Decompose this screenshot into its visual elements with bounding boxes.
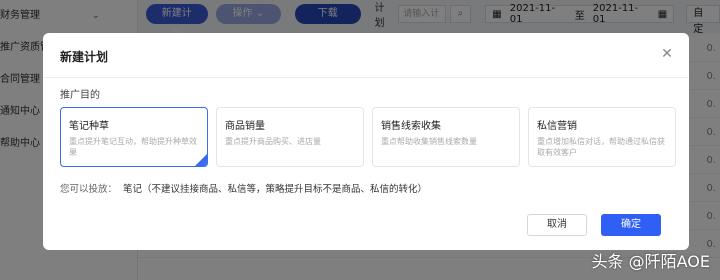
selected-corner-icon xyxy=(195,154,207,166)
card-title: 私信营销 xyxy=(537,121,577,132)
cancel-button[interactable]: 取消 xyxy=(527,214,587,236)
card-title: 笔记种草 xyxy=(69,121,109,132)
card-description: 重点提升笔记互动，帮助提升种草效果 xyxy=(69,137,197,157)
hint-value: 笔记（不建议挂接商品、私信等，策略提升目标不是商品、私信的转化） xyxy=(123,184,428,195)
divider xyxy=(43,77,689,78)
hint-label: 您可以投放： xyxy=(60,184,118,195)
objective-card-notes[interactable]: 笔记种草 重点提升笔记互动，帮助提升种草效果 xyxy=(60,107,208,167)
dialog-footer: 取消 确定 xyxy=(527,214,661,236)
card-description: 重点帮助收集销售线索数量 xyxy=(381,137,477,146)
dialog-title: 新建计划 xyxy=(60,50,109,64)
objective-card-private-message[interactable]: 私信营销 重点增加私信对话，帮助通过私信获取有效客户 xyxy=(528,107,676,167)
objective-card-sales[interactable]: 商品销量 重点提升商品购买、进店量 xyxy=(216,107,364,167)
card-title: 商品销量 xyxy=(225,121,265,132)
placement-hint: 您可以投放： 笔记（不建议挂接商品、私信等，策略提升目标不是商品、私信的转化） xyxy=(60,181,427,195)
objective-cards: 笔记种草 重点提升笔记互动，帮助提升种草效果 商品销量 重点提升商品购买、进店量… xyxy=(60,107,676,167)
card-description: 重点提升商品购买、进店量 xyxy=(225,137,321,146)
confirm-button[interactable]: 确定 xyxy=(601,214,661,236)
card-title: 销售线索收集 xyxy=(381,121,441,132)
close-icon[interactable]: ✕ xyxy=(659,46,675,62)
objective-card-leads[interactable]: 销售线索收集 重点帮助收集销售线索数量 xyxy=(372,107,520,167)
section-label: 推广目的 xyxy=(60,90,100,101)
card-description: 重点增加私信对话，帮助通过私信获取有效客户 xyxy=(537,137,665,157)
watermark: 头条 @阡陌AOE xyxy=(591,252,710,271)
new-plan-dialog: 新建计划 ✕ 推广目的 笔记种草 重点提升笔记互动，帮助提升种草效果 商品销量 … xyxy=(43,33,689,250)
